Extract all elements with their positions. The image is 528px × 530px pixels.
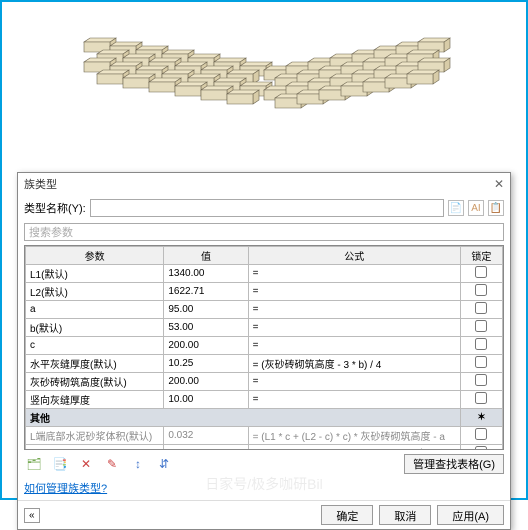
lock-checkbox[interactable] bbox=[475, 392, 487, 404]
cell-param[interactable]: c bbox=[26, 337, 164, 355]
header-lock: 锁定 bbox=[460, 247, 502, 265]
lock-checkbox[interactable] bbox=[475, 356, 487, 368]
cancel-button[interactable]: 取消 bbox=[379, 505, 431, 525]
cell-value[interactable]: 1622.71 bbox=[164, 283, 248, 301]
header-value: 值 bbox=[164, 247, 248, 265]
parameter-grid[interactable]: 参数 值 公式 锁定 L1(默认)1340.00=L2(默认)1622.71=a… bbox=[24, 245, 504, 450]
cell-value[interactable]: 0.032 bbox=[164, 427, 248, 445]
modify-param-icon[interactable]: ✎ bbox=[102, 455, 122, 473]
cell-param[interactable]: 水平灰缝厚度(默认) bbox=[26, 355, 164, 373]
cell-formula[interactable]: = bbox=[248, 319, 460, 337]
cell-formula[interactable]: = bbox=[248, 337, 460, 355]
table-row[interactable]: 水平灰缝厚度(默认)10.25= (灰砂砖砌筑高度 - 3 * b) / 4 bbox=[26, 355, 503, 373]
add-shared-icon[interactable]: 📑 bbox=[50, 455, 70, 473]
cell-value[interactable]: 200.00 bbox=[164, 337, 248, 355]
table-row[interactable]: 灰砂砖砌筑高度(默认)200.00= bbox=[26, 373, 503, 391]
ok-button[interactable]: 确定 bbox=[321, 505, 373, 525]
dialog-footer: « 确定 取消 应用(A) bbox=[18, 500, 510, 529]
dialog-titlebar: 族类型 ✕ bbox=[18, 173, 510, 195]
table-row[interactable]: L2(默认)1622.71= bbox=[26, 283, 503, 301]
cell-value[interactable]: 10.25 bbox=[164, 355, 248, 373]
table-row[interactable]: L1(默认)1340.00= bbox=[26, 265, 503, 283]
cell-param[interactable]: 竖向灰缝厚度 bbox=[26, 391, 164, 409]
close-icon[interactable]: ✕ bbox=[494, 177, 504, 191]
cell-lock[interactable] bbox=[460, 355, 502, 373]
cell-formula[interactable]: = bbox=[248, 265, 460, 283]
lock-checkbox[interactable] bbox=[475, 320, 487, 332]
cell-param[interactable]: a bbox=[26, 301, 164, 319]
lock-checkbox[interactable] bbox=[475, 302, 487, 314]
cell-formula[interactable]: = (灰砂砖砌筑高度 - 3 * b) / 4 bbox=[248, 355, 460, 373]
family-types-dialog: 族类型 ✕ 类型名称(Y): 📄 AI 📋 搜索参数 参数 值 公式 锁定 L1… bbox=[17, 172, 511, 530]
cell-param[interactable]: b(默认) bbox=[26, 319, 164, 337]
section-other[interactable]: 其他 ✶ bbox=[26, 409, 503, 427]
cell-value[interactable]: 53.00 bbox=[164, 319, 248, 337]
cell-param[interactable]: L2(默认) bbox=[26, 283, 164, 301]
table-row[interactable]: 竖向灰缝厚度10.00= bbox=[26, 391, 503, 409]
cell-lock[interactable] bbox=[460, 319, 502, 337]
rename-type-icon[interactable]: AI bbox=[468, 200, 484, 216]
type-name-label: 类型名称(Y): bbox=[24, 200, 86, 216]
cell-formula[interactable]: = bbox=[248, 283, 460, 301]
cell-lock[interactable] bbox=[460, 283, 502, 301]
delete-type-icon[interactable]: 📋 bbox=[488, 200, 504, 216]
cell-lock[interactable] bbox=[460, 265, 502, 283]
lock-checkbox[interactable] bbox=[475, 338, 487, 350]
lock-checkbox[interactable] bbox=[475, 266, 487, 278]
new-type-icon[interactable]: 📄 bbox=[448, 200, 464, 216]
table-row[interactable]: a95.00= bbox=[26, 301, 503, 319]
cell-lock[interactable] bbox=[460, 391, 502, 409]
cell-formula[interactable]: = (L1 * c + (L2 - c) * c) * 灰砂砖砌筑高度 - a bbox=[248, 427, 460, 445]
search-placeholder: 搜索参数 bbox=[29, 224, 73, 240]
cell-value[interactable]: 95.00 bbox=[164, 301, 248, 319]
lock-checkbox[interactable] bbox=[475, 428, 487, 440]
header-row: 参数 值 公式 锁定 bbox=[26, 247, 503, 265]
cell-lock[interactable] bbox=[460, 427, 502, 445]
search-input[interactable]: 搜索参数 bbox=[24, 223, 504, 241]
help-row: 如何管理族类型? bbox=[18, 478, 510, 500]
cell-lock[interactable] bbox=[460, 337, 502, 355]
type-name-input[interactable] bbox=[90, 199, 444, 217]
model-viewport bbox=[2, 2, 526, 172]
cell-param[interactable]: L端底部水泥砂浆体积(默认) bbox=[26, 427, 164, 445]
type-name-row: 类型名称(Y): 📄 AI 📋 bbox=[18, 195, 510, 221]
cell-lock[interactable] bbox=[460, 373, 502, 391]
cell-value[interactable]: 1340.00 bbox=[164, 265, 248, 283]
header-formula: 公式 bbox=[248, 247, 460, 265]
param-toolbar: 🗂 📑 ✕ ✎ ↕ ⇵ 管理查找表格(G) bbox=[18, 450, 510, 478]
table-row[interactable]: b(默认)53.00= bbox=[26, 319, 503, 337]
header-param: 参数 bbox=[26, 247, 164, 265]
move-down-icon[interactable]: ⇵ bbox=[154, 455, 174, 473]
cell-param[interactable]: 灰砂砖砌筑高度(默认) bbox=[26, 373, 164, 391]
cell-formula[interactable]: = bbox=[248, 373, 460, 391]
table-row[interactable]: L端底部水泥砂浆体积(默认)0.032= (L1 * c + (L2 - c) … bbox=[26, 427, 503, 445]
help-link[interactable]: 如何管理族类型? bbox=[24, 483, 107, 495]
add-param-icon[interactable]: 🗂 bbox=[24, 455, 44, 473]
chevron-icon[interactable]: « bbox=[24, 508, 40, 523]
cell-formula[interactable]: = bbox=[248, 391, 460, 409]
cell-lock[interactable] bbox=[460, 301, 502, 319]
move-up-icon[interactable]: ↕ bbox=[128, 455, 148, 473]
table-row[interactable]: c200.00= bbox=[26, 337, 503, 355]
delete-param-icon[interactable]: ✕ bbox=[76, 455, 96, 473]
lock-checkbox[interactable] bbox=[475, 374, 487, 386]
cell-value[interactable]: 10.00 bbox=[164, 391, 248, 409]
cell-value[interactable]: 200.00 bbox=[164, 373, 248, 391]
parameter-table: 参数 值 公式 锁定 L1(默认)1340.00=L2(默认)1622.71=a… bbox=[25, 246, 503, 450]
lock-checkbox[interactable] bbox=[475, 284, 487, 296]
apply-button[interactable]: 应用(A) bbox=[437, 505, 504, 525]
cell-param[interactable]: L1(默认) bbox=[26, 265, 164, 283]
dialog-title: 族类型 bbox=[24, 176, 57, 192]
section-other-label: 其他 bbox=[26, 409, 461, 427]
brick-wall-svg bbox=[54, 7, 474, 167]
manage-lookup-button[interactable]: 管理查找表格(G) bbox=[404, 454, 504, 474]
cell-formula[interactable]: = bbox=[248, 301, 460, 319]
